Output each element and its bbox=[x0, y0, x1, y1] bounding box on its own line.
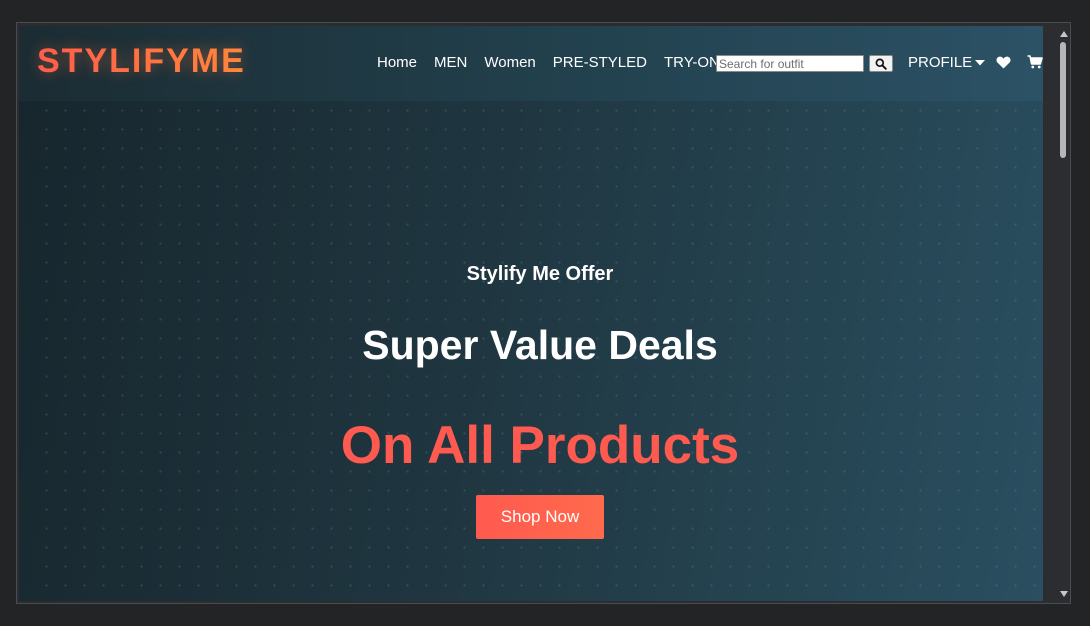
nav-link-pre-styled[interactable]: PRE-STYLED bbox=[553, 54, 647, 71]
wishlist-button[interactable] bbox=[996, 56, 1011, 69]
cart-icon bbox=[1027, 55, 1043, 69]
hero-title: Super Value Deals bbox=[362, 322, 718, 368]
nav-link-men[interactable]: MEN bbox=[434, 54, 467, 71]
browser-window: STYLIFYME Home MEN Women PRE-STYLED TRY-… bbox=[16, 22, 1071, 604]
page-viewport: STYLIFYME Home MEN Women PRE-STYLED TRY-… bbox=[19, 26, 1043, 601]
profile-label: PROFILE bbox=[908, 54, 973, 71]
scroll-up-button[interactable] bbox=[1059, 29, 1068, 38]
scroll-down-button[interactable] bbox=[1059, 589, 1068, 598]
heart-icon bbox=[996, 56, 1011, 69]
caret-down-icon bbox=[975, 60, 986, 66]
search-button[interactable] bbox=[869, 55, 893, 72]
hero-subtitle: On All Products bbox=[340, 416, 740, 475]
shop-now-button[interactable]: Shop Now bbox=[476, 495, 604, 539]
scroll-up-arrow-icon bbox=[1059, 30, 1068, 37]
search-form bbox=[716, 55, 893, 72]
nav-link-women[interactable]: Women bbox=[484, 54, 535, 71]
hero-offer-label: Stylify Me Offer bbox=[466, 263, 614, 285]
hero-banner: Stylify Me Offer Super Value Deals On Al… bbox=[37, 101, 1043, 601]
scroll-down-arrow-icon bbox=[1059, 590, 1068, 597]
navbar: STYLIFYME Home MEN Women PRE-STYLED TRY-… bbox=[19, 26, 1043, 101]
nav-links: Home MEN Women PRE-STYLED TRY-ON bbox=[377, 54, 720, 71]
scrollbar-thumb[interactable] bbox=[1060, 42, 1066, 158]
nav-link-try-on[interactable]: TRY-ON bbox=[664, 54, 720, 71]
cart-button[interactable] bbox=[1027, 55, 1043, 69]
nav-link-home[interactable]: Home bbox=[377, 54, 417, 71]
search-icon bbox=[875, 58, 887, 70]
brand-logo[interactable]: STYLIFYME bbox=[37, 42, 246, 81]
search-input[interactable] bbox=[716, 55, 864, 72]
profile-dropdown[interactable]: PROFILE bbox=[908, 54, 986, 71]
vertical-scrollbar[interactable] bbox=[1057, 26, 1070, 601]
